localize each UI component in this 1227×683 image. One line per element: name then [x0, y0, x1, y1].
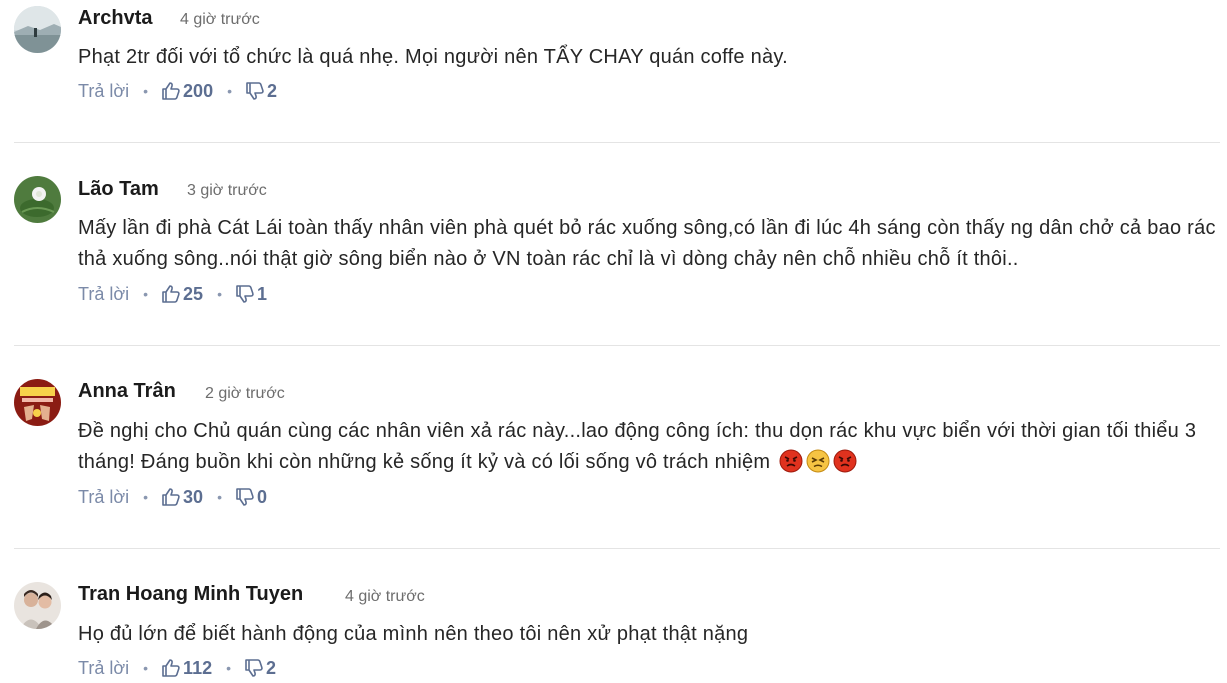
separator-dot: •: [143, 286, 149, 302]
thumbs-up-icon: [161, 81, 181, 101]
comment-text: Đề nghị cho Chủ quán cùng các nhân viên …: [78, 416, 1218, 483]
comment-author[interactable]: Archvta: [78, 7, 152, 30]
comment-actions: Trả lời • 30 • 0: [78, 484, 267, 510]
comment-actions: Trả lời • 200 • 2: [78, 78, 277, 104]
dislike-count: 1: [256, 283, 267, 304]
avatar[interactable]: [14, 379, 61, 426]
dislike-count: 0: [256, 486, 267, 507]
separator-dot: •: [143, 83, 149, 99]
separator-dot: •: [143, 489, 149, 505]
avatar[interactable]: [14, 176, 61, 223]
reply-button[interactable]: Trả lời: [78, 81, 129, 102]
thumbs-down-icon: [244, 658, 264, 678]
dislike-button[interactable]: 1: [235, 284, 267, 305]
persevering-face-icon: [806, 449, 830, 483]
avatar[interactable]: [14, 582, 61, 629]
like-count: 30: [183, 486, 204, 507]
dislike-button[interactable]: 0: [235, 487, 267, 508]
reply-button[interactable]: Trả lời: [78, 284, 129, 305]
angry-face-icon: [833, 449, 857, 483]
comment-time: 4 giờ trước: [345, 588, 425, 605]
separator-dot: •: [143, 660, 149, 676]
comment-divider: [14, 548, 1220, 549]
dislike-count: 2: [266, 657, 277, 678]
dislike-button[interactable]: 2: [244, 658, 276, 679]
comment-time: 2 giờ trước: [205, 385, 285, 402]
thumbs-down-icon: [235, 487, 255, 507]
thumbs-up-icon: [161, 487, 181, 507]
separator-dot: •: [226, 660, 231, 676]
like-count: 112: [183, 657, 213, 678]
comment-actions: Trả lời • 112 • 2: [78, 655, 276, 681]
thumbs-up-icon: [161, 284, 181, 304]
comment-author[interactable]: Tran Hoang Minh Tuyen: [78, 583, 303, 606]
comment-author[interactable]: Lão Tam: [78, 178, 159, 201]
comment-text-body: Đề nghị cho Chủ quán cùng các nhân viên …: [78, 420, 1197, 473]
comment-text: Phạt 2tr đối với tổ chức là quá nhẹ. Mọi…: [78, 46, 788, 68]
comment-text: Mấy lần đi phà Cát Lái toàn thấy nhân vi…: [78, 217, 1216, 270]
thumbs-down-icon: [235, 284, 255, 304]
comment-actions: Trả lời • 25 • 1: [78, 281, 267, 307]
comment-divider: [14, 345, 1220, 346]
separator-dot: •: [217, 489, 222, 505]
thumbs-up-icon: [161, 658, 181, 678]
like-count: 200: [183, 80, 214, 101]
like-button[interactable]: 30: [161, 487, 203, 508]
comment-text: Họ đủ lớn để biết hành động của mình nên…: [78, 623, 749, 645]
separator-dot: •: [227, 83, 232, 99]
like-button[interactable]: 200: [161, 81, 213, 102]
like-button[interactable]: 112: [161, 658, 212, 679]
dislike-button[interactable]: 2: [245, 81, 277, 102]
comment-time: 4 giờ trước: [180, 11, 260, 28]
reply-button[interactable]: Trả lời: [78, 487, 129, 508]
comment-author[interactable]: Anna Trân: [78, 380, 176, 403]
angry-face-icon: [779, 449, 803, 483]
like-button[interactable]: 25: [161, 284, 203, 305]
comment-time: 3 giờ trước: [187, 182, 267, 199]
thumbs-down-icon: [245, 81, 265, 101]
reply-button[interactable]: Trả lời: [78, 658, 129, 679]
separator-dot: •: [217, 286, 222, 302]
like-count: 25: [183, 283, 204, 304]
avatar[interactable]: [14, 6, 61, 53]
comment-divider: [14, 142, 1220, 143]
dislike-count: 2: [267, 80, 278, 101]
